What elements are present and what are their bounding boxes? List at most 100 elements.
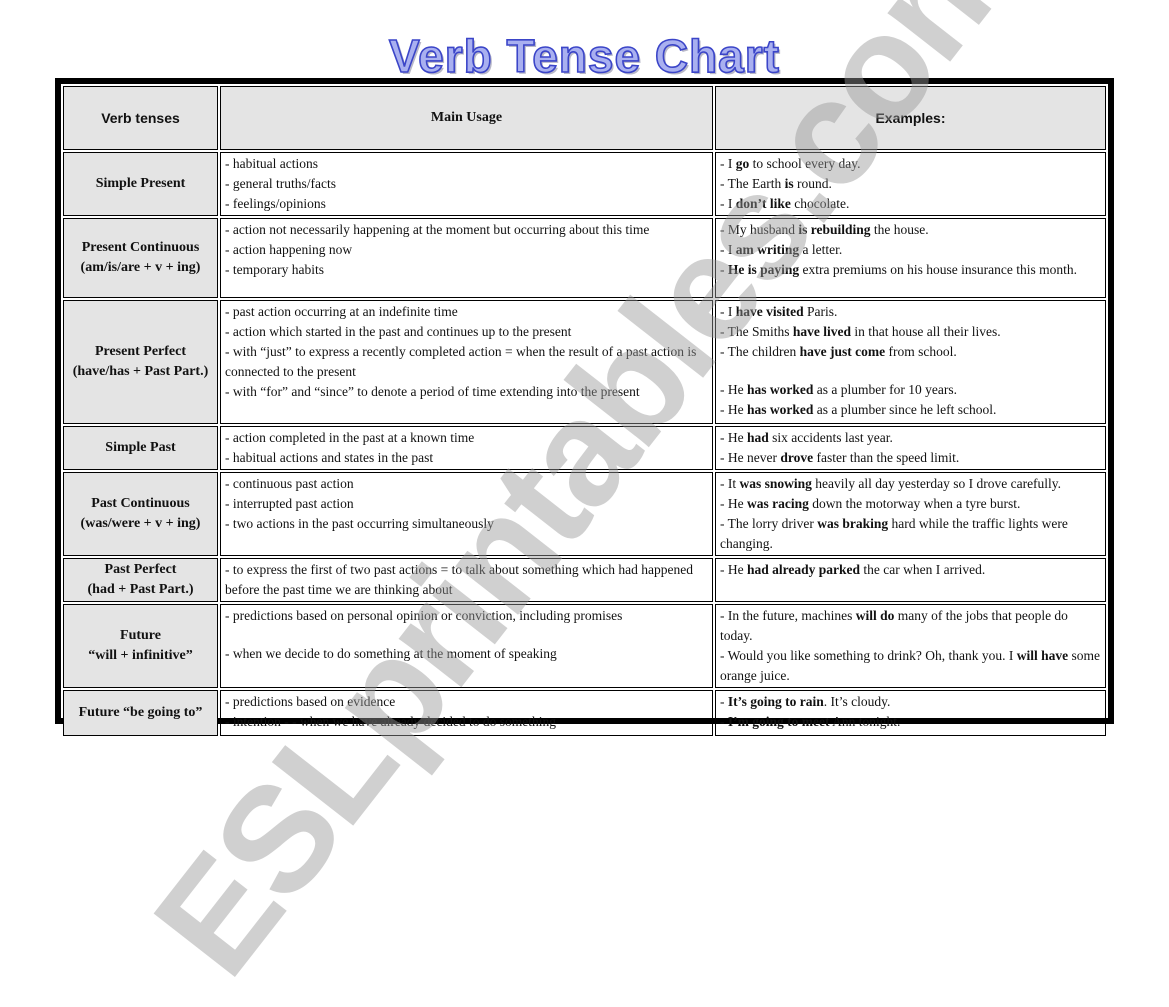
example-verb: had bbox=[747, 430, 769, 445]
example-text: - He bbox=[720, 496, 747, 511]
table-row: Simple Past - action completed in the pas… bbox=[63, 426, 1106, 470]
tense-name-cell: Future “be going to” bbox=[63, 690, 218, 736]
example-text: the house. bbox=[870, 222, 929, 237]
example-text: six accidents last year. bbox=[768, 430, 893, 445]
example-text: - The lorry driver bbox=[720, 516, 818, 531]
example-verb: He is paying bbox=[727, 262, 800, 277]
examples-cell: - My husband is rebuilding the house. - I… bbox=[715, 218, 1106, 298]
example-text: - He bbox=[720, 402, 747, 417]
example-text: extra premiums on his house insurance th… bbox=[799, 262, 1077, 277]
usage-cell: - to express the first of two past actio… bbox=[220, 558, 713, 602]
usage-item: - with “for” and “since” to denote a per… bbox=[225, 384, 640, 399]
example-text: - My husband bbox=[720, 222, 799, 237]
example-text: - It bbox=[720, 476, 740, 491]
usage-item: - two actions in the past occurring simu… bbox=[225, 516, 494, 531]
example-verb: have just come bbox=[799, 344, 886, 359]
tense-formula: (had + Past Part.) bbox=[87, 582, 194, 597]
tense-name: Present Continuous bbox=[81, 240, 200, 255]
example-verb: is bbox=[784, 176, 794, 191]
examples-cell: - It’s going to rain. It’s cloudy. - I’m … bbox=[715, 690, 1106, 736]
example-text: chocolate. bbox=[790, 196, 850, 211]
example-sentence: - The lorry driver was braking hard whil… bbox=[720, 514, 1101, 554]
example-text: - He bbox=[720, 562, 747, 577]
tense-formula: “will + infinitive” bbox=[88, 648, 193, 663]
tense-name-cell: Present Continuous (am/is/are + v + ing) bbox=[63, 218, 218, 298]
example-sentence: - It was snowing heavily all day yesterd… bbox=[720, 474, 1101, 494]
example-sentence: - I don’t like chocolate. bbox=[720, 194, 1101, 214]
tense-formula: (have/has + Past Part.) bbox=[72, 364, 209, 379]
header-verb-tenses: Verb tenses bbox=[63, 86, 218, 150]
usage-item: - past action occurring at an indefinite… bbox=[225, 304, 458, 319]
example-text: down the motorway when a tyre burst. bbox=[808, 496, 1021, 511]
example-sentence: - In the future, machines will do many o… bbox=[720, 606, 1101, 646]
usage-item: - habitual actions bbox=[225, 156, 318, 171]
usage-item: - action happening now bbox=[225, 242, 353, 257]
example-text: a letter. bbox=[799, 242, 843, 257]
example-text: - I bbox=[720, 196, 736, 211]
usage-cell: - predictions based on personal opinion … bbox=[220, 604, 713, 688]
usage-item: - to express the first of two past actio… bbox=[225, 562, 694, 597]
example-verb: will do bbox=[855, 608, 895, 623]
example-sentence: - He has worked as a plumber since he le… bbox=[720, 400, 1101, 420]
example-sentence: - I’m going to meet Ann tonight. bbox=[720, 712, 1101, 732]
table-row: Simple Present - habitual actions - genera… bbox=[63, 152, 1106, 216]
example-text: - He bbox=[720, 430, 747, 445]
example-text: - The Earth bbox=[720, 176, 785, 191]
example-sentence: - I have visited Paris. bbox=[720, 302, 1101, 322]
usage-cell: - predictions based on evidence - intenti… bbox=[220, 690, 713, 736]
example-verb: have lived bbox=[792, 324, 852, 339]
usage-cell: - action not necessarily happening at th… bbox=[220, 218, 713, 298]
example-text: - In the future, machines bbox=[720, 608, 856, 623]
examples-cell: - He had already parked the car when I a… bbox=[715, 558, 1106, 602]
usage-item: - action which started in the past and c… bbox=[225, 324, 572, 339]
example-sentence: - The Earth is round. bbox=[720, 174, 1101, 194]
example-text: round. bbox=[793, 176, 832, 191]
tense-name: Simple Past bbox=[105, 440, 176, 455]
example-sentence: - My husband is rebuilding the house. bbox=[720, 220, 1101, 240]
example-text: . It’s cloudy. bbox=[823, 694, 891, 709]
usage-item: - when we decide to do something at the … bbox=[225, 646, 557, 661]
usage-item: - general truths/facts bbox=[225, 176, 336, 191]
example-sentence: - The Smiths have lived in that house al… bbox=[720, 322, 1101, 342]
example-text: - I bbox=[720, 304, 736, 319]
tense-name: Past Continuous bbox=[91, 496, 190, 511]
example-sentence: - He was racing down the motorway when a… bbox=[720, 494, 1101, 514]
tense-name-cell: Simple Past bbox=[63, 426, 218, 470]
tense-name: Past Perfect bbox=[104, 562, 177, 577]
example-verb: was racing bbox=[747, 496, 809, 511]
example-verb: I’m going to meet bbox=[727, 714, 830, 729]
example-text: - Would you like something to drink? Oh,… bbox=[720, 648, 1017, 663]
table-row: Past Continuous (was/were + v + ing) - con… bbox=[63, 472, 1106, 556]
example-text: - The Smiths bbox=[720, 324, 793, 339]
tense-name-cell: Past Perfect (had + Past Part.) bbox=[63, 558, 218, 602]
usage-cell: - continuous past action - interrupted pa… bbox=[220, 472, 713, 556]
example-text: from school. bbox=[885, 344, 957, 359]
example-sentence bbox=[720, 362, 1101, 380]
example-verb: will have bbox=[1016, 648, 1069, 663]
usage-item: - feelings/opinions bbox=[225, 196, 326, 211]
tense-name-cell: Future “will + infinitive” bbox=[63, 604, 218, 688]
tense-name: Simple Present bbox=[95, 176, 186, 191]
usage-cell: - past action occurring at an indefinite… bbox=[220, 300, 713, 424]
example-verb: was braking bbox=[817, 516, 889, 531]
examples-cell: - In the future, machines will do many o… bbox=[715, 604, 1106, 688]
example-text: Ann tonight. bbox=[829, 714, 901, 729]
example-verb: am writing bbox=[735, 242, 800, 257]
example-verb: have visited bbox=[735, 304, 804, 319]
tense-formula: (am/is/are + v + ing) bbox=[80, 260, 201, 275]
example-text: - I bbox=[720, 242, 736, 257]
example-text: as a plumber since he left school. bbox=[813, 402, 997, 417]
example-sentence: - He never drove faster than the speed l… bbox=[720, 448, 1101, 468]
examples-cell: - It was snowing heavily all day yesterd… bbox=[715, 472, 1106, 556]
examples-cell: - He had six accidents last year. - He ne… bbox=[715, 426, 1106, 470]
usage-item: - with “just” to express a recently comp… bbox=[225, 344, 697, 379]
header-examples: Examples: bbox=[715, 86, 1106, 150]
example-verb: had already parked bbox=[747, 562, 861, 577]
usage-item: - continuous past action bbox=[225, 476, 354, 491]
example-verb: go bbox=[735, 156, 750, 171]
usage-item bbox=[225, 626, 708, 644]
usage-item: - temporary habits bbox=[225, 262, 324, 277]
example-text: in that house all their lives. bbox=[851, 324, 1001, 339]
example-sentence: - He has worked as a plumber for 10 year… bbox=[720, 380, 1101, 400]
tense-name-cell: Past Continuous (was/were + v + ing) bbox=[63, 472, 218, 556]
